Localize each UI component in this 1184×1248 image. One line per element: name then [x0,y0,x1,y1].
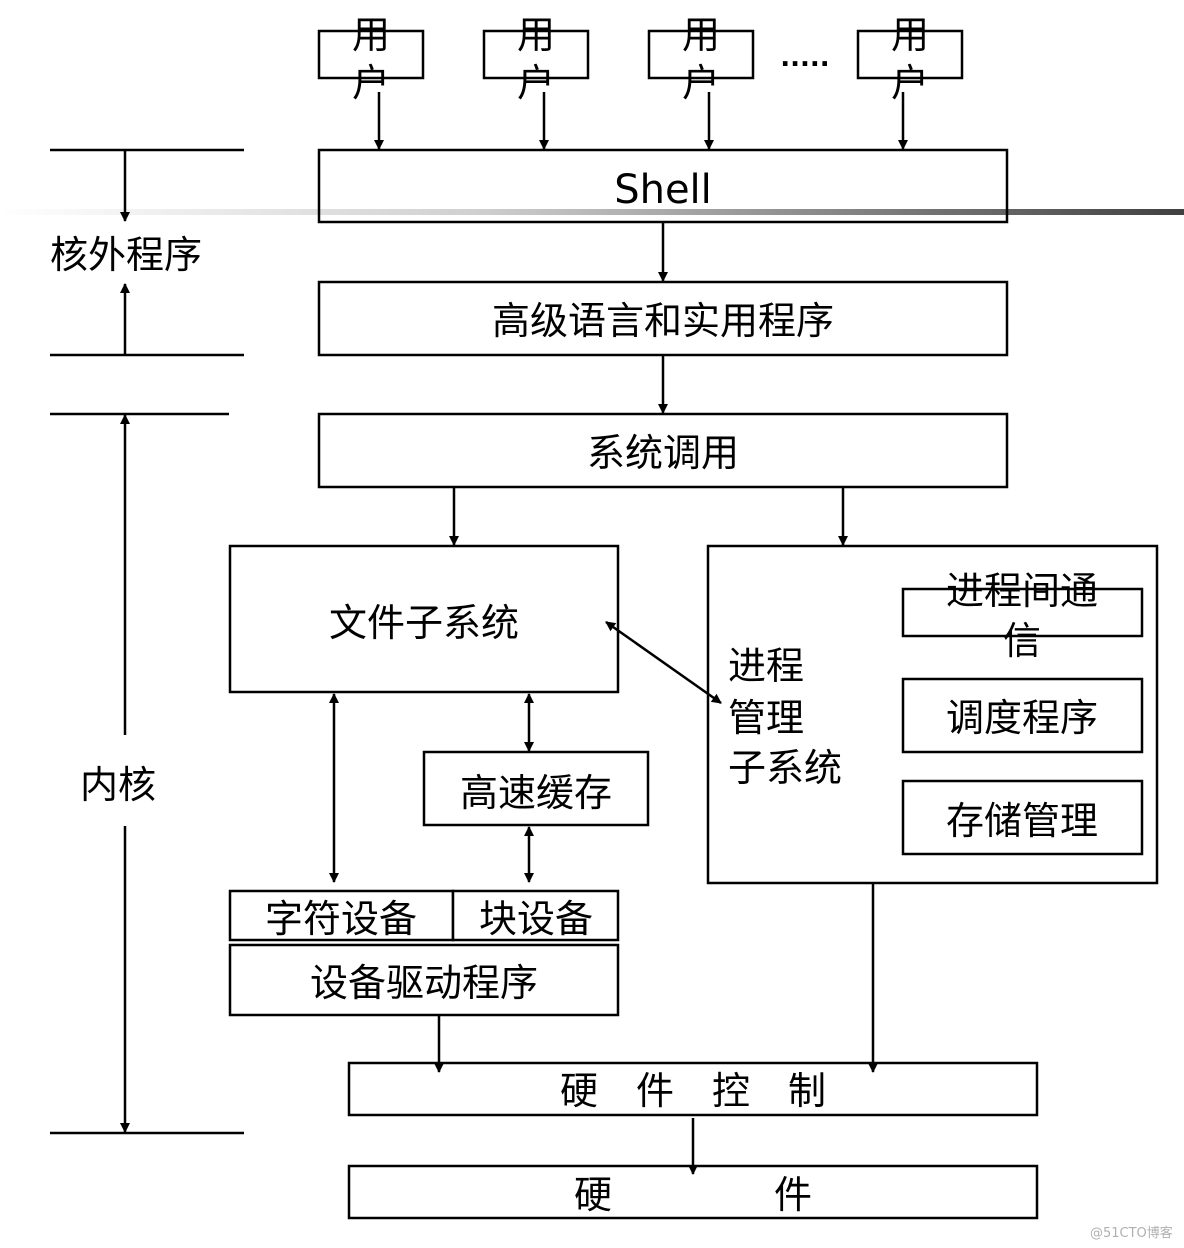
hardware-control-label: 硬 件 控 制 [560,1069,826,1113]
hardware-box: 硬 件 [347,1164,1039,1220]
double-arrow [605,620,722,705]
cache-label: 高速缓存 [460,771,612,815]
user-box-3: 用 户 [647,13,755,105]
ellipsis: ..... [780,43,829,73]
hardware-label: 件 [774,1173,812,1217]
ipc-label: 信 [1003,619,1041,663]
outer-programs-label: 核外程序 [50,233,202,277]
memory-box: 存储管理 [901,779,1144,856]
hll-box: 高级语言和实用程序 [317,280,1009,357]
user-label: 用 [517,13,555,57]
hardware-label: 硬 [574,1173,612,1217]
process-label: 子系统 [728,746,842,790]
kernel-architecture-diagram: 用 户 用 户 用 户 ..... 用 户 Shell 核外程序 内核 高级语言… [0,13,1184,1241]
cache-box: 高速缓存 [422,750,650,827]
driver-label: 设备驱动程序 [310,961,538,1005]
kernel-label: 内核 [80,763,156,807]
process-label: 管理 [728,696,804,740]
user-label: 户 [517,61,555,105]
user-box-2: 用 户 [482,13,590,105]
file-subsystem-box: 文件子系统 [228,544,620,694]
hll-label: 高级语言和实用程序 [492,299,834,343]
user-label: 户 [682,61,720,105]
ipc-label: 进程间通 [946,569,1098,613]
scheduler-box: 调度程序 [901,677,1144,754]
syscall-box: 系统调用 [317,412,1009,489]
driver-box: 设备驱动程序 [228,943,620,1017]
block-device-box: 块设备 [451,889,620,942]
shell-label: Shell [614,167,712,213]
user-box-1: 用 户 [317,13,425,105]
process-label: 进程 [728,644,804,688]
char-device-label: 字符设备 [265,897,417,941]
user-label: 用 [891,13,929,57]
char-device-box: 字符设备 [228,889,455,942]
block-device-label: 块设备 [479,897,593,941]
syscall-label: 系统调用 [587,431,739,475]
user-label: 用 [682,13,720,57]
watermark: @51CTO博客 [1090,1225,1173,1241]
shell-box: Shell [317,148,1009,224]
user-label: 用 [352,13,390,57]
scheduler-label: 调度程序 [946,696,1098,740]
user-label: 户 [891,61,929,105]
memory-label: 存储管理 [946,799,1098,843]
user-box-4: 用 户 [856,13,964,105]
user-label: 户 [352,61,390,105]
hardware-control-box: 硬 件 控 制 [347,1061,1039,1117]
file-subsystem-label: 文件子系统 [329,601,519,645]
